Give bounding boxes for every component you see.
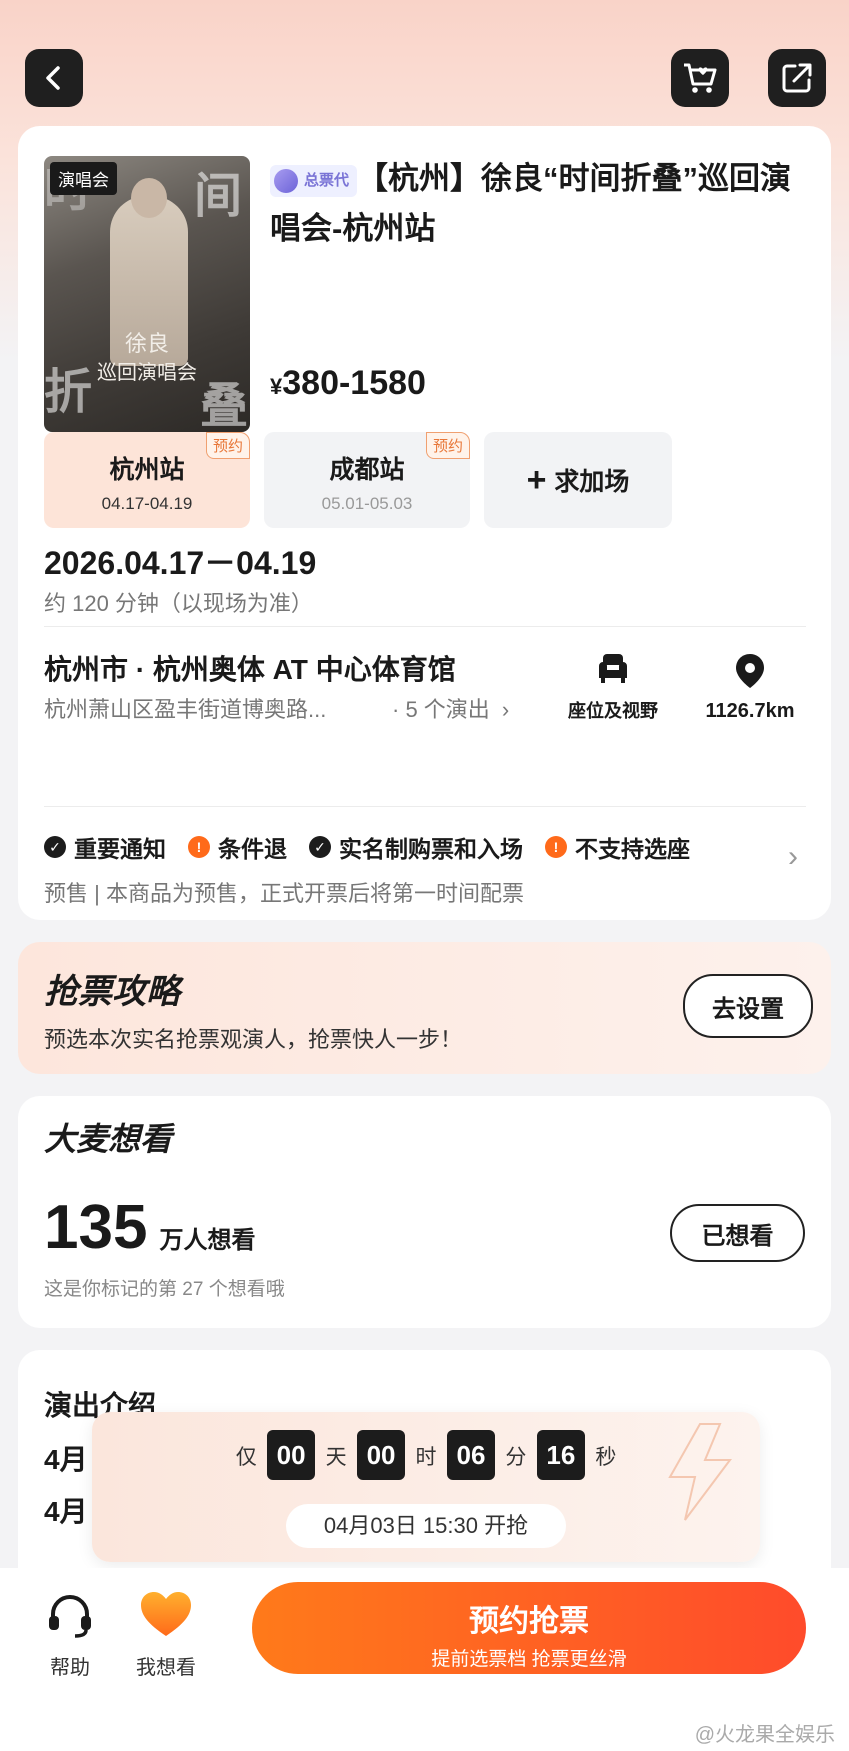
city-option-chengdu[interactable]: 成都站 05.01-05.03 预约 [264, 432, 470, 528]
want-count-unit: 万人想看 [159, 1227, 256, 1254]
notice-item: ! 条件退 [188, 830, 287, 864]
countdown-hours: 00 [357, 1430, 406, 1480]
bottom-action-bar: 帮助 我想看 预约抢票 提前选票档 抢票更丝滑 @火龙果全娱乐 [0, 1568, 849, 1751]
seat-view-button[interactable]: 座位及视野 [558, 652, 668, 723]
notice-item: ✓ 实名制购票和入场 [309, 830, 523, 864]
heart-icon [141, 1592, 191, 1636]
countdown-prefix: 仅 [235, 1446, 257, 1469]
wanted-button[interactable]: 已想看 [670, 1204, 805, 1262]
event-info-card: 时 间 折 叠 徐良 巡回演唱会 演唱会 总票代 【杭州】徐良“时间折叠”巡回演… [18, 126, 831, 920]
check-icon: ✓ [44, 836, 66, 858]
location-pin-icon [736, 654, 764, 688]
countdown-minutes: 06 [446, 1430, 495, 1480]
share-button[interactable] [768, 49, 826, 107]
warning-icon: ! [188, 836, 210, 858]
notice-item: ! 不支持选座 [545, 830, 690, 864]
city-dates: 05.01-05.03 [321, 494, 413, 513]
event-title-block: 总票代 【杭州】徐良“时间折叠”巡回演唱会-杭州站 [270, 154, 810, 254]
reserve-tag: 预约 [205, 432, 250, 459]
event-poster[interactable]: 时 间 折 叠 徐良 巡回演唱会 演唱会 [44, 156, 250, 432]
cart-icon [684, 63, 717, 93]
reserve-ticket-button[interactable]: 预约抢票 提前选票档 抢票更丝滑 [252, 1582, 806, 1674]
strategy-setup-button[interactable]: 去设置 [683, 974, 813, 1038]
venue-shows-link[interactable]: · 5 个演出 › [392, 692, 509, 724]
countdown-days: 00 [267, 1430, 316, 1480]
want-count: 135 [44, 1193, 148, 1262]
sofa-icon [599, 654, 627, 683]
countdown-seconds: 16 [536, 1430, 585, 1480]
lightning-icon [668, 1423, 732, 1521]
notice-label: 实名制购票和入场 [339, 836, 523, 862]
notice-label: 重要通知 [74, 836, 166, 862]
help-button[interactable]: 帮助 [30, 1590, 110, 1680]
headset-icon [49, 1595, 91, 1638]
price-range: ¥380-1580 [270, 364, 426, 403]
poster-subtitle: 巡回演唱会 [97, 362, 197, 384]
poster-name: 徐良 [124, 331, 169, 356]
countdown-days-unit: 天 [325, 1446, 347, 1469]
countdown-hours-unit: 时 [415, 1446, 437, 1469]
venue-name[interactable]: 杭州市 · 杭州奥体 AT 中心体育馆 [44, 648, 456, 688]
venue-distance: 1126.7km [705, 700, 795, 722]
event-date-range: 2026.04.17－04.19 [44, 545, 317, 581]
agency-badge-label: 总票代 [304, 171, 350, 189]
strategy-description: 预选本次实名抢票观演人，抢票快人一步！ [44, 1027, 463, 1052]
intro-line: 4月 [44, 1444, 88, 1475]
cart-button[interactable] [671, 49, 729, 107]
chevron-right-icon: › [501, 697, 510, 722]
intro-line: 4月 [44, 1496, 88, 1527]
chevron-left-icon [46, 66, 60, 90]
currency-symbol: ¥ [270, 374, 283, 399]
check-icon: ✓ [309, 836, 331, 858]
countdown-seconds-unit: 秒 [595, 1446, 617, 1469]
notice-list[interactable]: ✓ 重要通知 ! 条件退 ✓ 实名制购票和入场 ! 不支持选座 [44, 830, 712, 864]
divider [44, 626, 806, 627]
help-label: 帮助 [50, 1657, 90, 1679]
chevron-right-icon[interactable]: › [788, 840, 798, 874]
share-icon [782, 63, 812, 93]
notice-label: 条件退 [218, 836, 287, 862]
warning-icon: ! [545, 836, 567, 858]
notice-label: 不支持选座 [575, 836, 690, 862]
poster-char-top: 间 [193, 170, 242, 223]
agency-badge: 总票代 [270, 164, 358, 197]
city-dates: 04.17-04.19 [101, 494, 193, 513]
want-count-row: 135 万人想看 [44, 1192, 255, 1263]
want-note: 这是你标记的第 27 个想看哦 [44, 1279, 285, 1300]
countdown-panel: 仅 00 天 00 时 06 分 16 秒 04月03日 15:30 开抢 [92, 1412, 760, 1562]
presale-note: 预售 | 本商品为预售，正式开票后将第一时间配票 [44, 881, 524, 906]
want-title: 大麦想看 [44, 1121, 173, 1157]
agency-logo-icon [274, 168, 298, 193]
city-option-hangzhou[interactable]: 杭州站 04.17-04.19 预约 [44, 432, 250, 528]
want-to-see-card: 大麦想看 135 万人想看 这是你标记的第 27 个想看哦 已想看 [18, 1096, 831, 1328]
countdown-minutes-unit: 分 [505, 1446, 527, 1469]
sale-start-time: 04月03日 15:30 开抢 [286, 1504, 566, 1548]
venue-shows-count: · 5 个演出 [392, 697, 490, 722]
event-duration: 约 120 分钟（以现场为准） [44, 591, 313, 616]
poster-figure-head [131, 178, 167, 218]
price-range-value: 380-1580 [282, 364, 426, 402]
seat-view-label: 座位及视野 [568, 701, 658, 721]
back-button[interactable] [25, 49, 83, 107]
venue-address[interactable]: 杭州萧山区盈丰街道博奥路... [44, 692, 326, 724]
strategy-title: 抢票攻略 [44, 973, 180, 1011]
request-extra-show-button[interactable]: + 求加场 [484, 432, 672, 528]
reserve-ticket-title: 预约抢票 [469, 1605, 589, 1638]
want-button[interactable]: 我想看 [126, 1590, 206, 1680]
venue-map-button[interactable]: 1126.7km [690, 652, 810, 723]
watermark: @火龙果全娱乐 [694, 1724, 835, 1746]
ticket-strategy-card: 抢票攻略 预选本次实名抢票观演人，抢票快人一步！ 去设置 [18, 942, 831, 1074]
want-label: 我想看 [136, 1657, 196, 1679]
plus-icon: + [526, 460, 547, 499]
notice-item: ✓ 重要通知 [44, 830, 166, 864]
reserve-tag: 预约 [425, 432, 470, 459]
reserve-ticket-subtitle: 提前选票档 抢票更丝滑 [431, 1649, 627, 1670]
request-extra-show-label: 求加场 [554, 468, 630, 496]
divider [44, 806, 806, 807]
poster-category-tag: 演唱会 [50, 162, 117, 195]
